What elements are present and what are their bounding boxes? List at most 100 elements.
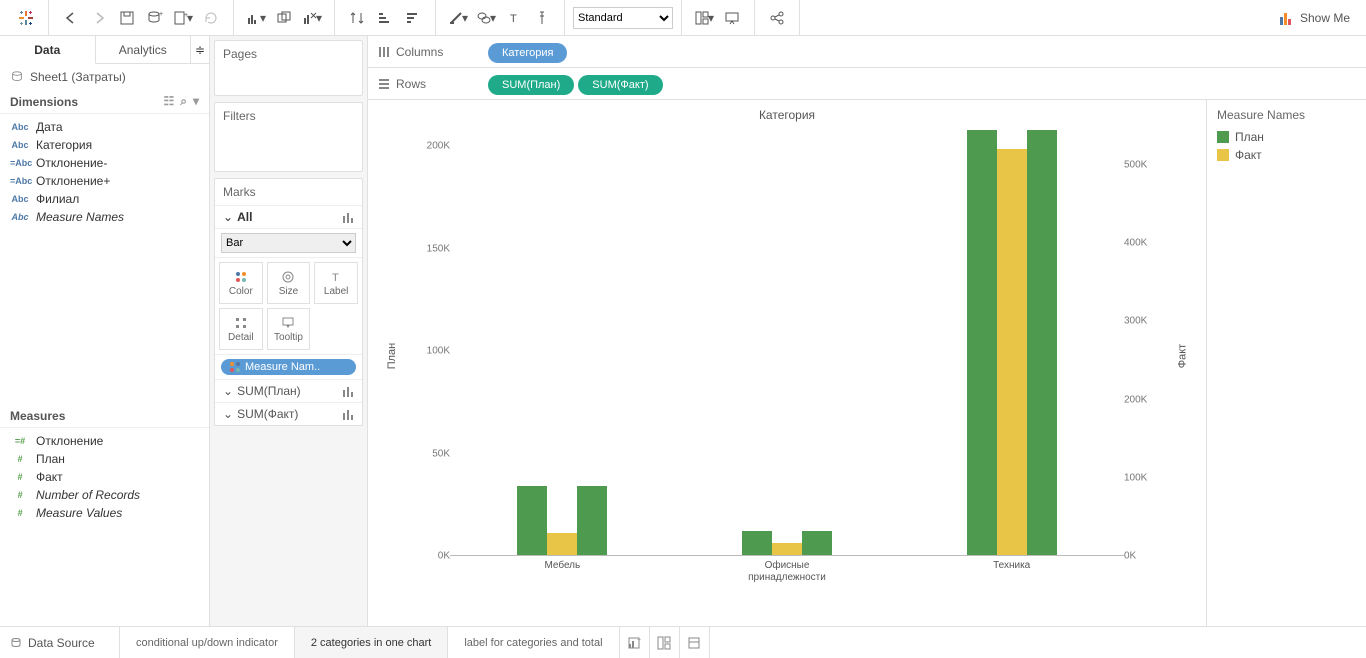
mark-color[interactable]: Color bbox=[219, 262, 263, 304]
field-план[interactable]: #План bbox=[0, 450, 209, 468]
type-icon: # bbox=[10, 490, 30, 500]
bar-icon bbox=[342, 211, 354, 223]
duplicate-button[interactable] bbox=[272, 6, 296, 30]
bar-icon bbox=[342, 408, 354, 420]
ytick-right: 300K bbox=[1124, 316, 1147, 327]
data-pane: Data Analytics ≑ Sheet1 (Затраты) Dimens… bbox=[0, 36, 210, 626]
field-label: Филиал bbox=[36, 192, 79, 206]
sort-desc-button[interactable] bbox=[401, 6, 425, 30]
sort-asc-button[interactable] bbox=[373, 6, 397, 30]
pill-категория[interactable]: Категория bbox=[488, 43, 567, 63]
share-button[interactable] bbox=[765, 6, 789, 30]
bar-plan[interactable] bbox=[742, 531, 772, 556]
legend-item-план[interactable]: План bbox=[1217, 128, 1356, 146]
clear-button[interactable]: ▾ bbox=[300, 6, 324, 30]
worksheet-tab[interactable]: label for categories and total bbox=[448, 627, 619, 658]
datasource-row[interactable]: Sheet1 (Затраты) bbox=[0, 64, 209, 90]
bar-plan[interactable] bbox=[577, 486, 607, 555]
field-дата[interactable]: Abc Дата bbox=[0, 118, 209, 136]
y-axis-left-label: План bbox=[386, 343, 398, 370]
field-number-of-records[interactable]: #Number of Records bbox=[0, 486, 209, 504]
mark-type-select[interactable]: Bar bbox=[221, 233, 356, 253]
swap-button[interactable]: ▾ bbox=[244, 6, 268, 30]
shelf-column: Pages Filters Marks ⌄All Bar Color Size … bbox=[210, 36, 368, 626]
bar-fact[interactable] bbox=[547, 533, 577, 555]
pages-shelf[interactable]: Pages bbox=[214, 40, 363, 96]
new-data-button[interactable]: + bbox=[143, 6, 167, 30]
show-me-button[interactable]: Show Me bbox=[1268, 11, 1362, 25]
save-button[interactable] bbox=[115, 6, 139, 30]
bar-plan[interactable] bbox=[517, 486, 547, 555]
field-measure-names[interactable]: Abc Measure Names bbox=[0, 208, 209, 226]
bar-plan[interactable] bbox=[967, 130, 997, 555]
search-icon[interactable]: ⌕ bbox=[180, 94, 187, 109]
rows-shelf[interactable]: Rows SUM(План)SUM(Факт) bbox=[368, 68, 1366, 100]
presentation-button[interactable] bbox=[720, 6, 744, 30]
svg-text:T: T bbox=[510, 13, 517, 25]
x-category-label: Мебель bbox=[450, 556, 675, 586]
marks-sub-plan[interactable]: ⌄SUM(План) bbox=[215, 379, 362, 402]
field-факт[interactable]: #Факт bbox=[0, 468, 209, 486]
legend-item-факт[interactable]: Факт bbox=[1217, 146, 1356, 164]
rows-icon bbox=[378, 78, 390, 90]
tab-data[interactable]: Data bbox=[0, 36, 96, 64]
field-филиал[interactable]: AbcФилиал bbox=[0, 190, 209, 208]
marks-all-toggle[interactable]: ⌄All bbox=[215, 205, 362, 228]
mark-detail[interactable]: Detail bbox=[219, 308, 263, 350]
columns-shelf[interactable]: Columns Категория bbox=[368, 36, 1366, 68]
tableau-logo-icon[interactable] bbox=[14, 6, 38, 30]
field-отклонение+[interactable]: =AbcОтклонение+ bbox=[0, 172, 209, 190]
refresh-button[interactable] bbox=[199, 6, 223, 30]
fit-select[interactable]: Standard bbox=[573, 7, 673, 29]
type-icon: Abc bbox=[10, 122, 30, 132]
chart-canvas[interactable]: Категория План Факт 0K50K100K150K200K 0K… bbox=[368, 100, 1206, 626]
new-worksheet-button[interactable]: +▾ bbox=[171, 6, 195, 30]
redo-button[interactable] bbox=[87, 6, 111, 30]
field-measure-values[interactable]: #Measure Values bbox=[0, 504, 209, 522]
mark-size[interactable]: Size bbox=[267, 262, 311, 304]
bar-plan[interactable] bbox=[802, 531, 832, 556]
filters-shelf[interactable]: Filters bbox=[214, 102, 363, 172]
pill-sumфакт[interactable]: SUM(Факт) bbox=[578, 75, 662, 95]
bar-fact[interactable] bbox=[997, 149, 1027, 555]
ytick-left: 0K bbox=[438, 551, 450, 562]
field-label: Факт bbox=[36, 470, 63, 484]
new-dashboard-icon[interactable] bbox=[650, 627, 680, 658]
labels-button[interactable]: T bbox=[502, 6, 526, 30]
field-отклонение-[interactable]: =AbcОтклонение- bbox=[0, 154, 209, 172]
mark-tooltip[interactable]: Tooltip bbox=[267, 308, 311, 350]
new-story-icon[interactable] bbox=[680, 627, 710, 658]
side-collapse-icon[interactable]: ≑ bbox=[191, 36, 209, 64]
field-label: Дата bbox=[36, 120, 63, 134]
bar-plan[interactable] bbox=[1027, 130, 1057, 555]
tab-analytics[interactable]: Analytics bbox=[96, 36, 192, 64]
new-worksheet-icon[interactable]: + bbox=[620, 627, 650, 658]
undo-button[interactable] bbox=[59, 6, 83, 30]
tab-data-source[interactable]: Data Source bbox=[0, 627, 120, 658]
highlight-button[interactable]: ▾ bbox=[446, 6, 470, 30]
marks-card: Marks ⌄All Bar Color Size TLabel Detail … bbox=[214, 178, 363, 426]
field-категория[interactable]: AbcКатегория bbox=[0, 136, 209, 154]
ytick-right: 0K bbox=[1124, 551, 1136, 562]
marks-sub-fact[interactable]: ⌄SUM(Факт) bbox=[215, 402, 362, 425]
show-cards-button[interactable]: ▾ bbox=[692, 6, 716, 30]
mark-label[interactable]: TLabel bbox=[314, 262, 358, 304]
view-area: Columns Категория Rows SUM(План)SUM(Факт… bbox=[368, 36, 1366, 626]
field-отклонение[interactable]: =#Отклонение bbox=[0, 432, 209, 450]
type-icon: =Abc bbox=[10, 176, 30, 186]
field-label: Measure Values bbox=[36, 506, 122, 520]
view-as-icon[interactable]: ☷ bbox=[163, 94, 174, 109]
bar-fact[interactable] bbox=[772, 543, 802, 555]
type-icon: Abc bbox=[10, 212, 30, 222]
pill-sumплан[interactable]: SUM(План) bbox=[488, 75, 574, 95]
worksheet-tab[interactable]: conditional up/down indicator bbox=[120, 627, 295, 658]
field-label: Measure Names bbox=[36, 210, 124, 224]
swap-rc-button[interactable] bbox=[345, 6, 369, 30]
field-label: План bbox=[36, 452, 65, 466]
pin-button[interactable] bbox=[530, 6, 554, 30]
legend-label: Факт bbox=[1235, 148, 1262, 162]
worksheet-tab[interactable]: 2 categories in one chart bbox=[295, 627, 448, 658]
dimensions-menu-icon[interactable]: ▾ bbox=[193, 94, 199, 109]
marks-pill-measure-names[interactable]: Measure Nam.. bbox=[221, 359, 356, 375]
group-button[interactable]: ▾ bbox=[474, 6, 498, 30]
